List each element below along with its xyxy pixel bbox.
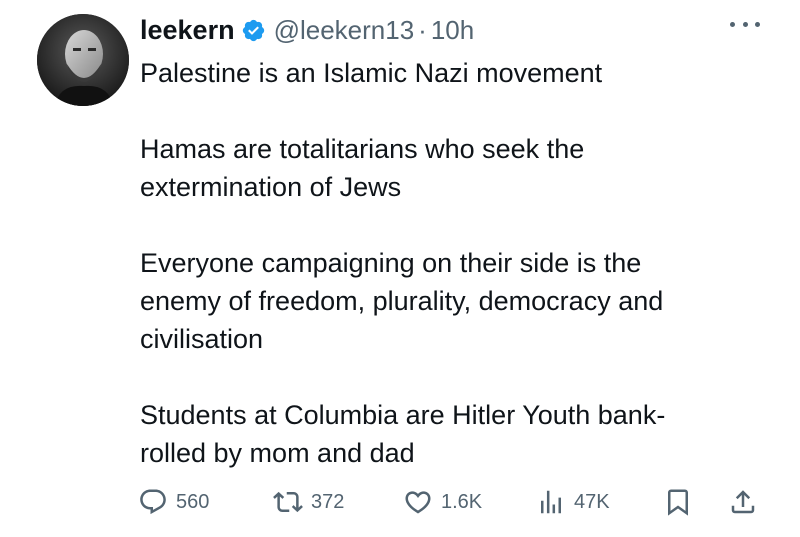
more-dot (730, 21, 735, 27)
more-icon[interactable] (730, 14, 760, 34)
tweet: leekern @leekern13 · 10h Palestine is an… (0, 0, 800, 537)
more-dot (742, 21, 748, 27)
tweet-paragraph: Everyone campaigning on their side is th… (140, 248, 664, 354)
tweet-paragraph: Palestine is an Islamic Nazi movement (140, 58, 603, 88)
repost-icon (273, 491, 303, 513)
views-icon (541, 490, 561, 514)
like-icon (405, 491, 431, 514)
bookmark-icon (668, 489, 688, 516)
timestamp[interactable]: 10h (431, 15, 474, 46)
tweet-text: Palestine is an Islamic Nazi movement Ha… (140, 54, 760, 472)
views-count: 47K (574, 490, 610, 513)
tweet-paragraph: Hamas are totalitarians who seek the ext… (140, 134, 585, 202)
views-button[interactable]: 47K (536, 482, 610, 522)
tweet-paragraph: Students at Columbia are Hitler Youth ba… (140, 400, 666, 468)
reply-icon (140, 489, 166, 515)
reply-count: 560 (176, 490, 210, 513)
share-button[interactable] (728, 482, 758, 522)
tweet-header: leekern @leekern13 · 10h (140, 12, 474, 48)
share-icon (731, 490, 755, 514)
repost-button[interactable]: 372 (273, 482, 344, 522)
avatar[interactable] (37, 14, 129, 106)
separator-dot: · (418, 14, 427, 45)
verified-badge-icon (241, 18, 266, 43)
like-button[interactable]: 1.6K (403, 482, 482, 522)
handle[interactable]: @leekern13 (274, 15, 415, 46)
like-count: 1.6K (441, 490, 483, 513)
action-bar: 560 372 1.6K 47K (138, 482, 768, 522)
reply-button[interactable]: 560 (138, 482, 209, 522)
display-name[interactable]: leekern (140, 15, 235, 46)
bookmark-button[interactable] (663, 482, 693, 522)
more-dot (755, 21, 760, 27)
repost-count: 372 (311, 490, 345, 513)
